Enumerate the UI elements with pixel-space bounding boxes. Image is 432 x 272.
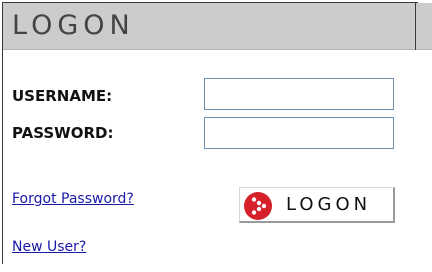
header-right-border xyxy=(415,2,416,50)
password-label: PASSWORD: xyxy=(12,124,114,142)
logon-button[interactable]: LOGON xyxy=(239,187,395,223)
panel-title: LOGON xyxy=(12,10,135,41)
play-arrow-icon xyxy=(243,191,273,221)
logon-panel: LOGON USERNAME: PASSWORD: Forgot Passwor… xyxy=(2,2,432,264)
new-user-link[interactable]: New User? xyxy=(12,239,86,255)
username-field[interactable] xyxy=(204,78,394,110)
panel-header: LOGON xyxy=(3,3,432,50)
password-field[interactable] xyxy=(204,117,394,149)
username-label: USERNAME: xyxy=(12,87,113,105)
forgot-password-link[interactable]: Forgot Password? xyxy=(12,191,134,207)
logon-button-label: LOGON xyxy=(286,194,372,215)
